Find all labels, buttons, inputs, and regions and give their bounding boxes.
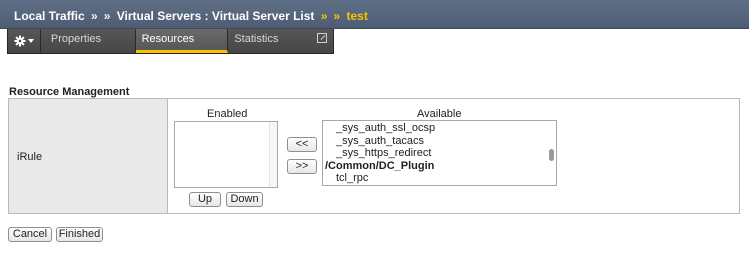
available-list-scrollbar[interactable] [549, 149, 554, 161]
tab-properties[interactable]: Properties [40, 29, 136, 53]
cancel-button[interactable]: Cancel [8, 227, 52, 242]
tab-statistics[interactable]: Statistics [228, 29, 333, 53]
gear-icon [14, 35, 26, 47]
tab-bar: Properties Resources Statistics [7, 29, 334, 54]
available-header: Available [417, 108, 462, 120]
enabled-list-scrollbar[interactable] [269, 122, 277, 187]
list-item[interactable]: tcl_rpc [323, 172, 556, 185]
title-bar: Local Traffic » » Virtual Servers : Virtu… [0, 0, 749, 29]
irule-label: iRule [17, 151, 43, 163]
add-to-enabled-button[interactable]: << [287, 137, 317, 152]
enabled-list[interactable] [174, 121, 278, 188]
tab-statistics-label: Statistics [234, 33, 279, 45]
irule-selector: Enabled Available << >> _sys_auth_ssl_oc… [169, 99, 739, 213]
section-title: Resource Management [9, 86, 130, 98]
resource-management-table: iRule Enabled Available << >> _sys_auth_… [8, 98, 740, 214]
move-down-button[interactable]: Down [226, 192, 263, 207]
irule-label-cell: iRule [9, 99, 168, 213]
list-item[interactable]: _sys_https_redirect [323, 147, 556, 160]
breadcrumb-separator: » [103, 9, 111, 23]
move-up-button[interactable]: Up [189, 192, 221, 207]
breadcrumb-virtual-server-list[interactable]: Virtual Servers : Virtual Server List [117, 9, 315, 23]
breadcrumb: Local Traffic » » Virtual Servers : Virtu… [14, 9, 368, 23]
finished-button[interactable]: Finished [56, 227, 103, 242]
remove-from-enabled-button[interactable]: >> [287, 159, 317, 174]
tab-menu-button[interactable] [8, 29, 41, 53]
list-group-header: /Common/DC_Plugin [325, 159, 435, 172]
breadcrumb-current: test [346, 9, 368, 23]
available-list[interactable]: _sys_auth_ssl_ocsp _sys_auth_tacacs _sys… [322, 120, 557, 186]
breadcrumb-local-traffic[interactable]: Local Traffic [14, 9, 85, 23]
popout-icon[interactable] [317, 33, 327, 43]
enabled-header: Enabled [207, 108, 248, 120]
tab-resources[interactable]: Resources [135, 29, 229, 53]
breadcrumb-separator: » [91, 9, 98, 23]
list-item[interactable]: _sys_auth_ssl_ocsp [323, 122, 556, 135]
breadcrumb-separator: » [320, 9, 328, 23]
list-item[interactable]: _sys_auth_tacacs [323, 135, 556, 148]
breadcrumb-separator: » [333, 9, 341, 23]
chevron-down-icon [27, 39, 34, 43]
